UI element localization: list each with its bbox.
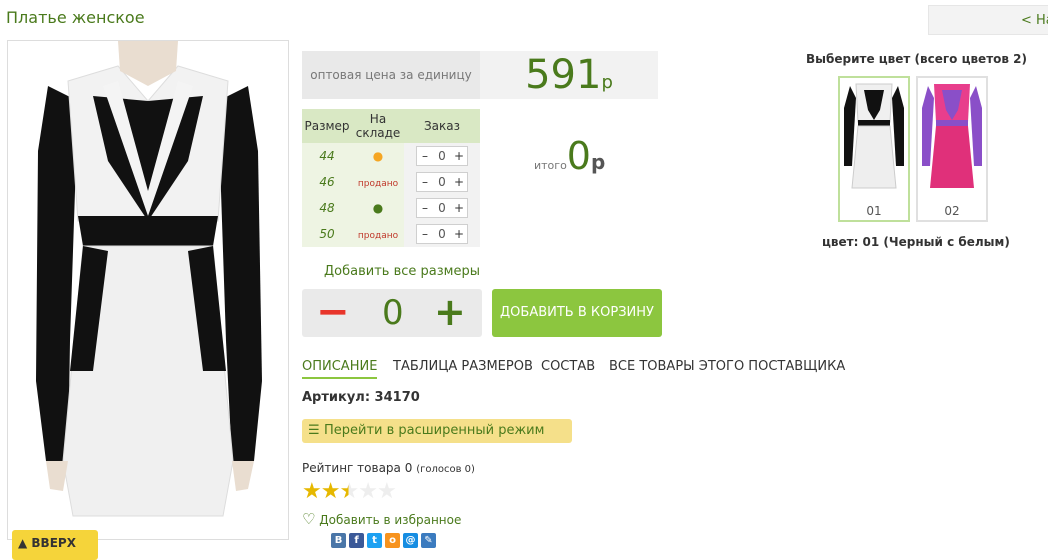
in-stock-indicator: ●: [372, 201, 384, 215]
vk-icon[interactable]: В: [331, 533, 346, 548]
tab-composition[interactable]: СОСТАВ: [541, 359, 595, 377]
quantity-value[interactable]: 0: [433, 149, 451, 163]
tab-supplier-products[interactable]: ВСЕ ТОВАРЫ ЭТОГО ПОСТАВЩИКА: [609, 359, 845, 377]
star-icon[interactable]: ★: [321, 479, 341, 504]
product-rating: Рейтинг товара 0 (голосов 0): [302, 461, 475, 475]
add-all-sizes-link[interactable]: Добавить все размеры: [324, 264, 480, 279]
table-row: 48 ● –0 +: [302, 195, 480, 221]
col-stock: На складе: [352, 109, 404, 143]
swatch-number: 01: [866, 204, 882, 218]
quantity-stepper[interactable]: –0 +: [416, 198, 468, 218]
back-link[interactable]: < На: [928, 5, 1048, 35]
star-rating[interactable]: ★★★★★: [302, 479, 397, 504]
quantity-value[interactable]: 0: [433, 175, 451, 189]
size-cell: 48: [302, 195, 352, 221]
col-size: Размер: [302, 109, 352, 143]
favorites-label: Добавить в избранное: [319, 513, 462, 527]
star-icon[interactable]: ★: [302, 479, 322, 504]
quantity-value-large[interactable]: 0: [382, 289, 404, 337]
price-label: оптовая цена за единицу: [302, 51, 480, 99]
price-value: 591р: [480, 51, 658, 99]
twitter-icon[interactable]: t: [367, 533, 382, 548]
size-cell: 50: [302, 221, 352, 247]
dress-thumbnail: [844, 83, 904, 189]
tab-size-chart[interactable]: ТАБЛИЦА РАЗМЕРОВ: [393, 359, 533, 377]
rating-text: Рейтинг товара 0: [302, 461, 413, 475]
extended-mode-button[interactable]: ☰ Перейти в расширенный режим: [302, 419, 572, 443]
total-display: итого0р: [534, 134, 605, 178]
rating-votes: (голосов 0): [416, 464, 475, 475]
add-to-favorites-link[interactable]: ♡ Добавить в избранное: [302, 510, 461, 528]
table-row: 46 продано –0 +: [302, 169, 480, 195]
increase-button[interactable]: +: [451, 227, 467, 241]
mailru-icon[interactable]: @: [403, 533, 418, 548]
price-number: 591: [525, 52, 602, 98]
col-order: Заказ: [404, 109, 480, 143]
decrease-button[interactable]: –: [417, 201, 433, 215]
increase-button[interactable]: +: [451, 201, 467, 215]
quantity-stepper[interactable]: –0 +: [416, 224, 468, 244]
in-stock-indicator: ●: [372, 149, 384, 163]
livejournal-icon[interactable]: ✎: [421, 533, 436, 548]
product-photo[interactable]: [7, 40, 289, 540]
color-swatch-02[interactable]: 02: [916, 76, 988, 222]
size-cell: 44: [302, 143, 352, 169]
decrease-button[interactable]: –: [417, 175, 433, 189]
scroll-top-button[interactable]: ▲ ВВЕРХ: [12, 530, 98, 560]
total-value: 0: [566, 134, 591, 178]
quantity-value[interactable]: 0: [433, 201, 451, 215]
decrease-button[interactable]: –: [417, 149, 433, 163]
odnoklassniki-icon[interactable]: о: [385, 533, 400, 548]
sold-out-label: продано: [357, 179, 399, 189]
price-currency: р: [601, 72, 613, 93]
increase-quantity-button[interactable]: +: [434, 289, 466, 335]
dress-thumbnail: [922, 84, 982, 188]
quantity-value[interactable]: 0: [433, 227, 451, 241]
sold-out-label: продано: [357, 231, 399, 241]
table-row: 44 ● –0 +: [302, 143, 480, 169]
sizes-table: Размер На складе Заказ 44 ● –0 + 46 прода…: [302, 109, 480, 247]
color-picker-title: Выберите цвет (всего цветов 2): [806, 52, 1027, 66]
star-icon[interactable]: ★: [358, 479, 378, 504]
total-currency: р: [590, 150, 606, 174]
quantity-stepper[interactable]: –0 +: [416, 172, 468, 192]
star-half-icon[interactable]: ★: [339, 479, 359, 504]
selected-color-label: цвет: 01 (Черный с белым): [822, 235, 1010, 249]
color-swatch-01[interactable]: 01: [838, 76, 910, 222]
article-number: Артикул: 34170: [302, 390, 420, 405]
swatch-number: 02: [944, 204, 960, 218]
dress-image: [8, 41, 288, 539]
tab-description[interactable]: ОПИСАНИЕ: [302, 359, 378, 379]
add-to-cart-button[interactable]: ДОБАВИТЬ В КОРЗИНУ: [492, 289, 662, 337]
table-row: 50 продано –0 +: [302, 221, 480, 247]
quantity-stepper[interactable]: –0 +: [416, 146, 468, 166]
heart-icon: ♡: [302, 510, 316, 528]
social-share-bar: В f t о @ ✎: [331, 533, 436, 548]
total-label: итого: [534, 159, 567, 172]
decrease-quantity-button[interactable]: −: [316, 289, 350, 335]
star-icon[interactable]: ★: [377, 479, 397, 504]
decrease-button[interactable]: –: [417, 227, 433, 241]
list-icon: ☰: [308, 423, 320, 438]
facebook-icon[interactable]: f: [349, 533, 364, 548]
increase-button[interactable]: +: [451, 175, 467, 189]
increase-button[interactable]: +: [451, 149, 467, 163]
extended-mode-label: Перейти в расширенный режим: [324, 423, 545, 438]
size-cell: 46: [302, 169, 352, 195]
page-title: Платье женское: [6, 8, 145, 27]
